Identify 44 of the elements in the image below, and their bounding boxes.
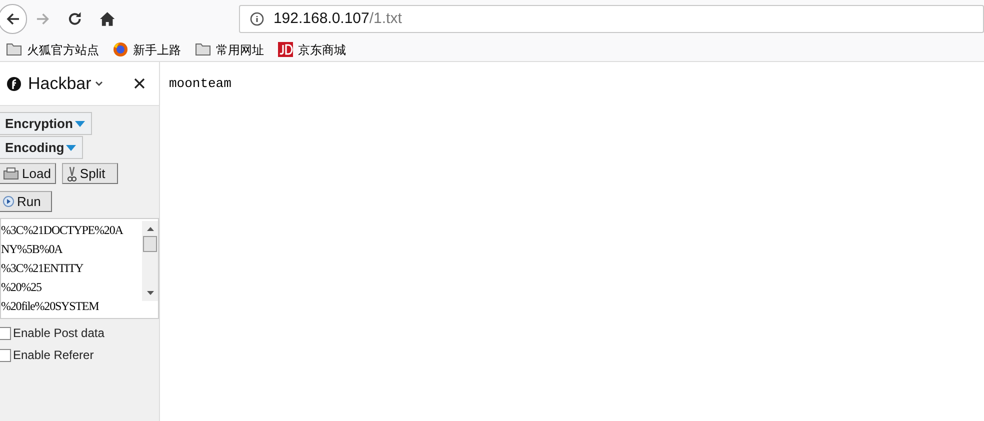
text-line: NY%5B%0A xyxy=(1,241,64,258)
scrollbar[interactable] xyxy=(142,221,158,301)
dropdown-arrow-icon xyxy=(66,144,76,150)
address-bar[interactable]: 192.168.0.107/1.txt xyxy=(239,5,984,33)
chevron-down-icon xyxy=(95,80,104,86)
close-icon[interactable] xyxy=(134,78,145,89)
jd-logo-icon xyxy=(278,42,293,57)
firefox-logo-icon xyxy=(113,42,128,57)
scissors-icon xyxy=(66,166,77,182)
scroll-down-icon[interactable] xyxy=(146,291,154,295)
url-text: 192.168.0.107/1.txt xyxy=(273,8,402,29)
reload-icon[interactable] xyxy=(67,11,83,27)
text-line: %3C%21DOCTYPE%20A xyxy=(1,222,124,239)
bookmark-link[interactable]: 火狐官方站点 xyxy=(27,40,99,58)
checkbox[interactable] xyxy=(0,326,11,340)
dropdown-menu[interactable]: Encoding xyxy=(0,136,84,159)
home-icon[interactable] xyxy=(98,11,116,27)
page-text: moonteam xyxy=(169,75,232,93)
folder-icon xyxy=(195,43,211,56)
scroll-up-icon[interactable] xyxy=(146,227,154,231)
text-line: %3C%21ENTITY xyxy=(1,260,84,277)
folder-icon xyxy=(6,43,22,56)
bookmark-link[interactable]: 新手上路 xyxy=(133,40,181,58)
text-line: %20%25 xyxy=(1,279,42,296)
checkbox[interactable] xyxy=(0,348,11,362)
back-button[interactable] xyxy=(0,4,28,34)
split-button[interactable]: Split xyxy=(62,163,118,184)
checkbox-label: Enable Referer xyxy=(13,347,94,364)
bookmark-link[interactable]: 常用网址 xyxy=(216,40,264,58)
printer-icon xyxy=(3,167,19,180)
load-button[interactable]: Load xyxy=(0,163,56,184)
back-arrow-icon xyxy=(4,11,21,27)
sidebar-title-dropdown[interactable]: Hackbar xyxy=(28,70,104,96)
checkbox-label: Enable Post data xyxy=(13,325,104,342)
text-area[interactable]: %3C%21DOCTYPE%20A NY%5B%0A %3C%21ENTITY %20%25 %20file%20SYSTEM xyxy=(0,218,159,319)
play-icon xyxy=(3,196,14,207)
hackbar-logo-icon xyxy=(7,76,21,90)
scroll-thumb[interactable] xyxy=(143,236,157,252)
run-button[interactable]: Run xyxy=(0,191,52,212)
dropdown-menu[interactable]: Encryption xyxy=(0,112,92,135)
info-icon[interactable] xyxy=(250,12,264,26)
dropdown-arrow-icon xyxy=(74,120,85,126)
text-line: %20file%20SYSTEM xyxy=(1,298,100,315)
bookmark-link[interactable]: 京东商城 xyxy=(298,40,346,58)
